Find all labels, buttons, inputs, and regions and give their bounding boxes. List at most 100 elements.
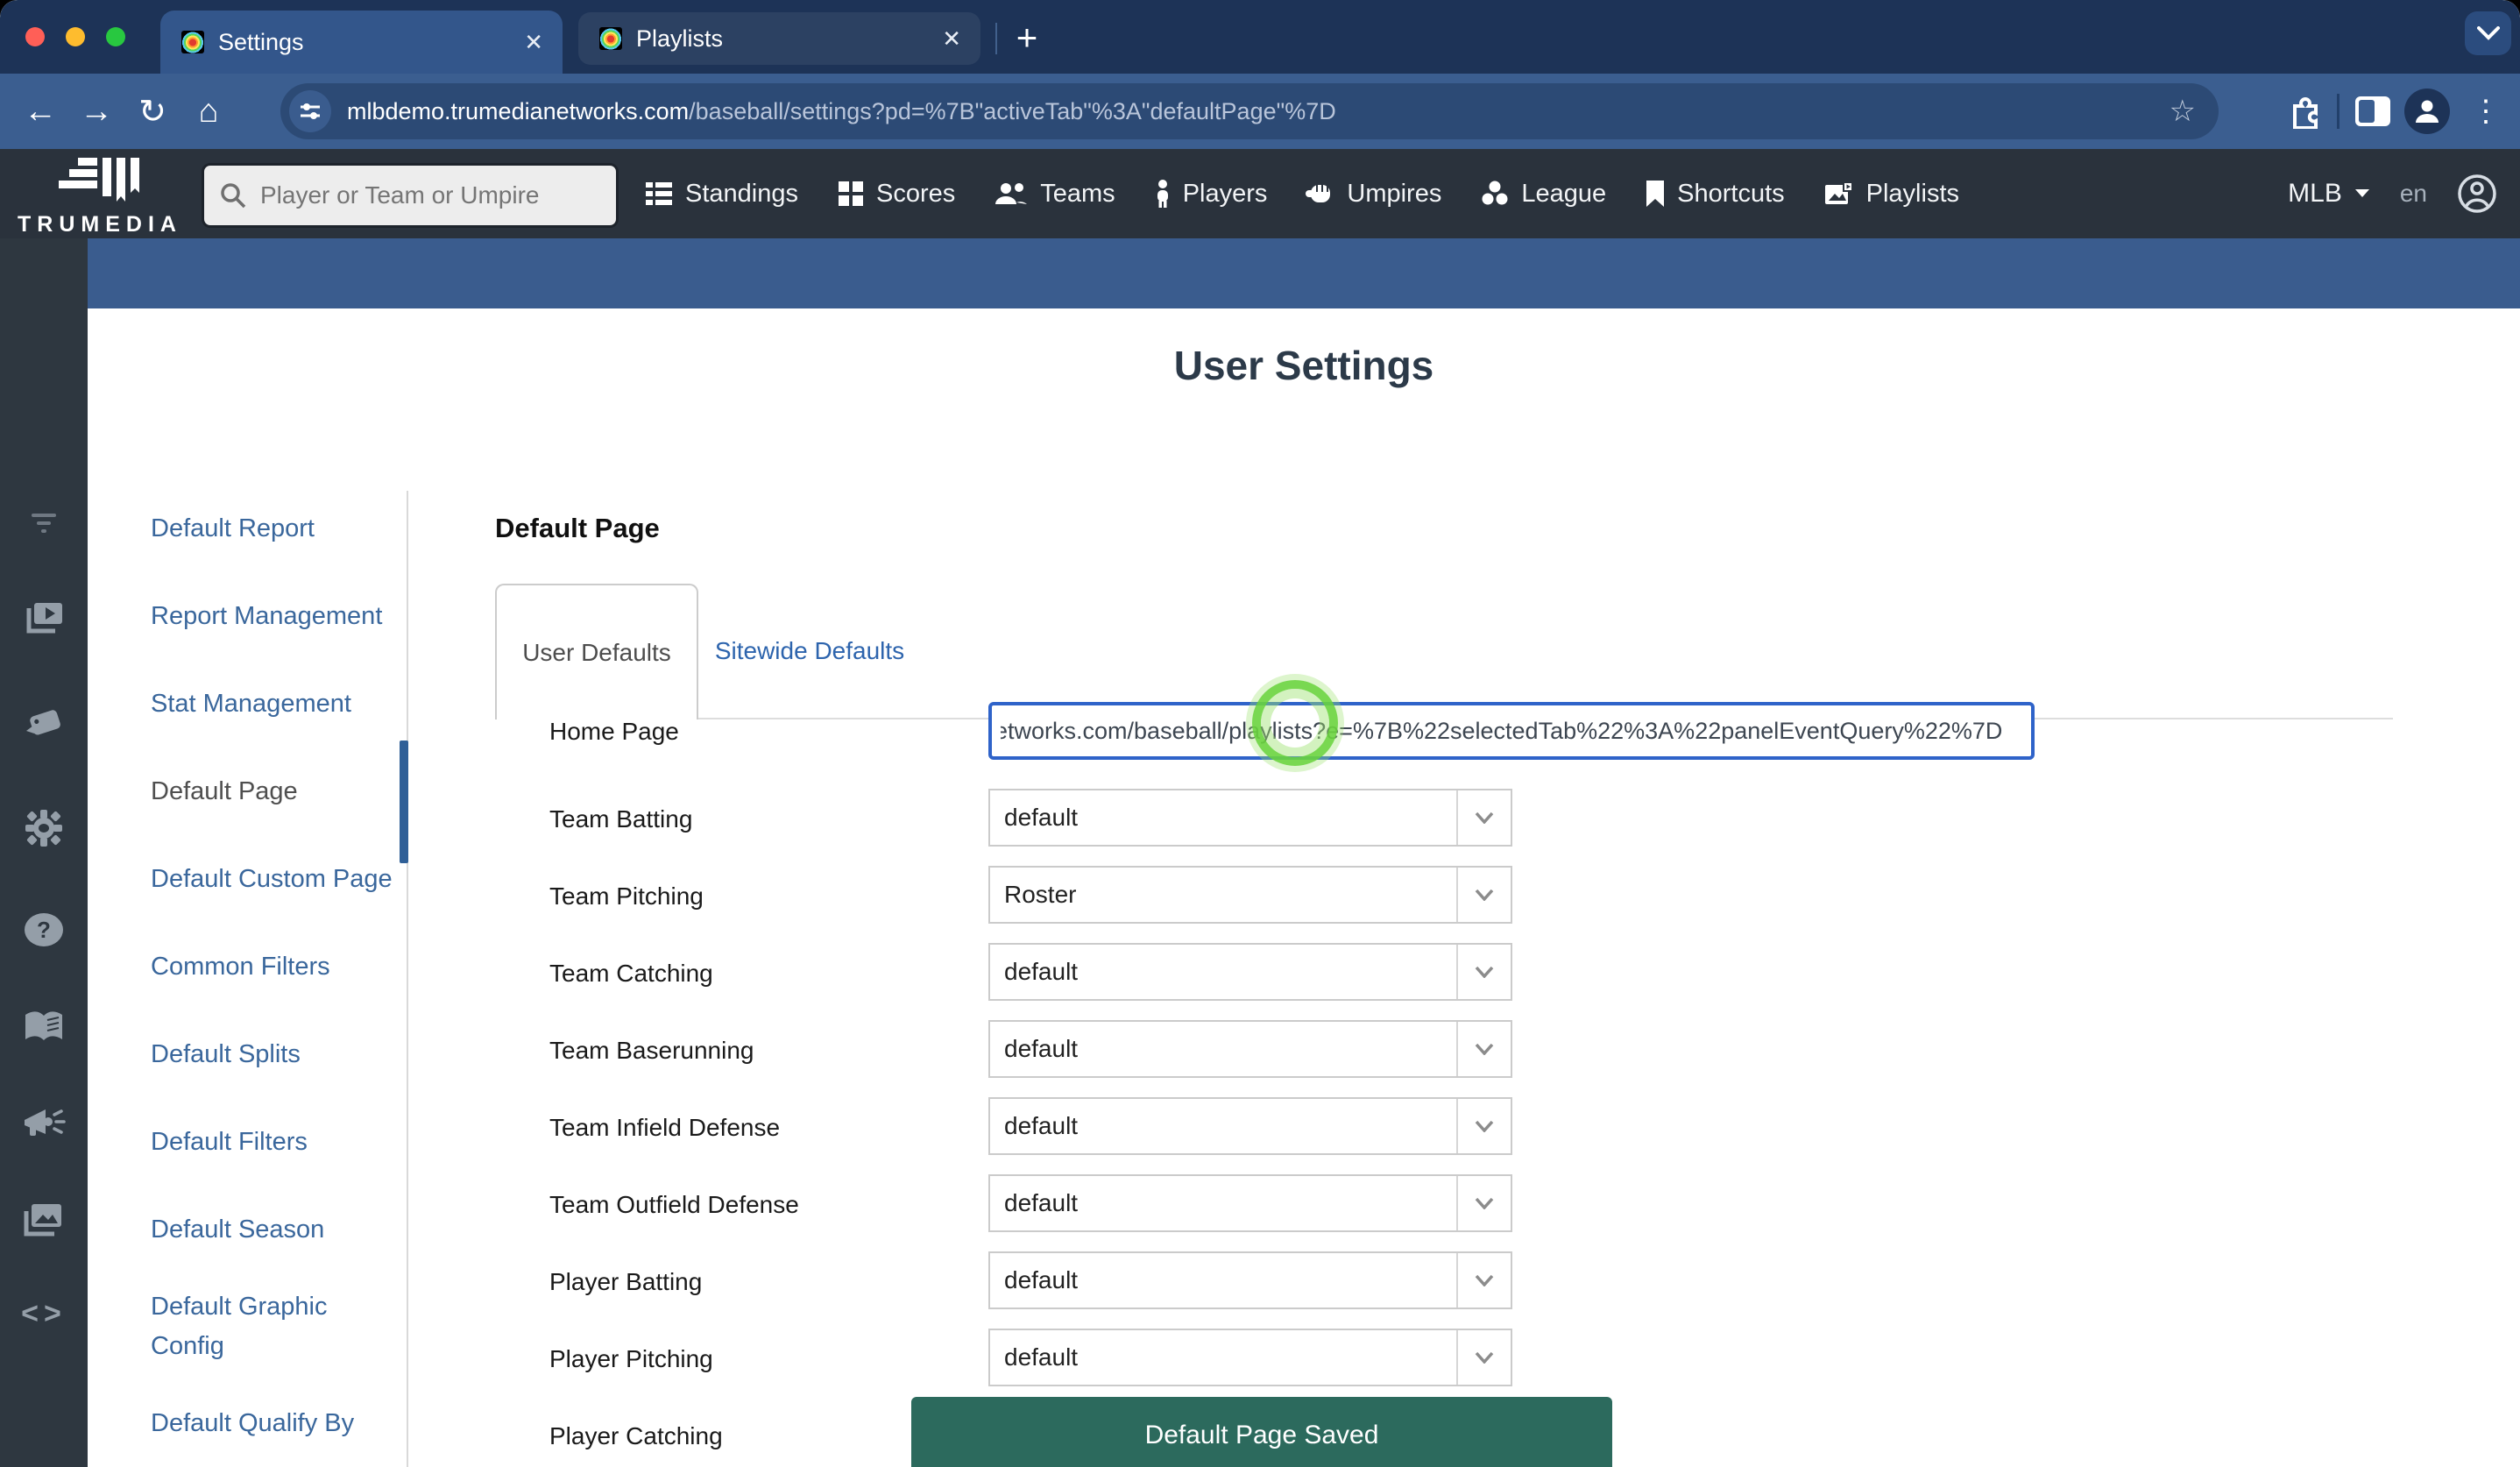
code-icon[interactable]: <> [0, 1297, 88, 1331]
tab-search-button[interactable] [2465, 11, 2511, 55]
forward-button[interactable]: → [68, 93, 124, 131]
menu-item-default-filters[interactable]: Default Filters [151, 1120, 407, 1164]
team-outfield-defense-select[interactable]: default [988, 1174, 1512, 1232]
nav-item-label: Scores [876, 180, 955, 209]
menu-item-default-page[interactable]: Default Page [151, 769, 407, 813]
nav-item-label: Players [1183, 180, 1268, 209]
trumedia-logo[interactable]: TRUMEDIA [12, 156, 188, 237]
save-toast: Default Page Saved [911, 1397, 1612, 1467]
nav-item-playlists[interactable]: Playlists [1823, 180, 1959, 209]
home-page-input[interactable] [988, 702, 2035, 760]
team-infield-defense-select[interactable]: default [988, 1097, 1512, 1155]
team-baserunning-select[interactable]: default [988, 1020, 1512, 1078]
menu-item-common-filters[interactable]: Common Filters [151, 945, 407, 989]
player-pitching-select[interactable]: default [988, 1329, 1512, 1386]
global-search[interactable] [202, 163, 619, 228]
browser-tab-settings[interactable]: Settings ✕ [160, 11, 563, 74]
page-header-band [88, 238, 2520, 308]
menu-item-default-season[interactable]: Default Season [151, 1208, 407, 1251]
url-host: mlbdemo.trumedianetworks.com [347, 98, 689, 124]
home-button[interactable]: ⌂ [181, 93, 237, 131]
person-icon [2412, 96, 2442, 126]
defaults-tabs: User Defaults Sitewide Defaults [495, 584, 2393, 650]
chevron-down-icon [1456, 1099, 1511, 1153]
team-batting-select[interactable]: default [988, 789, 1512, 847]
search-input[interactable] [258, 181, 577, 210]
section-title: Default Page [495, 513, 2393, 544]
video-playlists-icon[interactable] [0, 599, 88, 636]
tab-user-defaults[interactable]: User Defaults [495, 584, 698, 719]
side-panel-icon[interactable] [2354, 95, 2392, 128]
filter-icon[interactable] [0, 508, 88, 540]
menu-item-default-graphic-config[interactable]: Default Graphic Config [151, 1287, 407, 1366]
menu-divider [407, 491, 408, 1467]
traffic-light-minimize-button[interactable] [66, 27, 85, 46]
site-navbar: TRUMEDIA Standings Scores [0, 149, 2520, 238]
menu-item-default-splits[interactable]: Default Splits [151, 1032, 407, 1076]
shortcuts-icon [1645, 180, 1666, 208]
nav-item-standings[interactable]: Standings [644, 180, 798, 209]
toolbar-right-cluster: ⋮ [2288, 74, 2520, 149]
league-icon [1480, 180, 1510, 208]
form-label: Team Infield Defense [549, 1114, 780, 1142]
form-label: Team Baserunning [549, 1037, 754, 1065]
menu-item-stat-management[interactable]: Stat Management [151, 682, 407, 726]
tab-close-icon[interactable]: ✕ [524, 29, 543, 56]
team-catching-select[interactable]: default [988, 943, 1512, 1001]
browser-tab-playlists[interactable]: Playlists ✕ [578, 12, 980, 65]
menu-item-default-qualify-by[interactable]: Default Qualify By [151, 1401, 407, 1445]
nav-item-teams[interactable]: Teams [994, 180, 1115, 209]
tag-icon[interactable] [0, 705, 88, 743]
playlists-icon [1823, 180, 1855, 208]
active-menu-indicator [400, 741, 408, 863]
traffic-light-close-button[interactable] [25, 27, 45, 46]
bookmark-star-icon[interactable]: ☆ [2170, 94, 2196, 129]
gallery-icon[interactable] [0, 1201, 88, 1237]
extensions-icon[interactable] [2288, 94, 2323, 129]
help-icon[interactable]: ? [0, 911, 88, 948]
browser-menu-icon[interactable]: ⋮ [2471, 94, 2501, 129]
nav-item-players[interactable]: Players [1154, 179, 1268, 209]
browser-profile-avatar[interactable] [2404, 89, 2450, 134]
select-value: default [990, 804, 1456, 832]
reload-button[interactable]: ↻ [124, 92, 181, 131]
address-bar[interactable]: mlbdemo.trumedianetworks.com/baseball/se… [280, 83, 2219, 139]
user-avatar-icon[interactable] [2457, 174, 2497, 214]
player-batting-select[interactable]: default [988, 1251, 1512, 1309]
tab-sitewide-defaults[interactable]: Sitewide Defaults [700, 584, 919, 718]
nav-item-league[interactable]: League [1480, 180, 1606, 209]
nav-item-shortcuts[interactable]: Shortcuts [1645, 180, 1785, 209]
book-icon[interactable] [0, 1010, 88, 1045]
language-selector[interactable]: en [2400, 180, 2427, 208]
nav-item-label: League [1521, 180, 1606, 209]
umpires-icon [1306, 180, 1335, 208]
tab-close-icon[interactable]: ✕ [942, 25, 961, 53]
traffic-light-zoom-button[interactable] [106, 27, 125, 46]
nav-right-cluster: MLB en [2288, 149, 2497, 238]
team-pitching-select[interactable]: Roster [988, 866, 1512, 924]
form-label: Player Pitching [549, 1345, 713, 1373]
league-selector[interactable]: MLB [2288, 179, 2370, 209]
chevron-down-icon [1456, 1330, 1511, 1385]
site-info-icon[interactable] [289, 90, 331, 132]
gear-icon[interactable] [0, 808, 88, 848]
search-icon [218, 181, 248, 210]
select-value: Roster [990, 881, 1456, 909]
page-title: User Settings [88, 342, 2520, 389]
menu-item-default-custom-page[interactable]: Default Custom Page [151, 857, 407, 901]
select-value: default [990, 1266, 1456, 1294]
nav-item-scores[interactable]: Scores [837, 180, 955, 209]
select-value: default [990, 958, 1456, 986]
back-button[interactable]: ← [12, 93, 68, 131]
nav-item-umpires[interactable]: Umpires [1306, 180, 1441, 209]
click-indicator [1252, 680, 1338, 766]
browser-window: Settings ✕ Playlists ✕ + ← → ↻ ⌂ mlb [0, 0, 2520, 1467]
nav-items: Standings Scores Teams Players [644, 149, 1959, 238]
site-favicon [599, 27, 622, 50]
menu-item-report-management[interactable]: Report Management [151, 594, 407, 638]
megaphone-icon[interactable] [0, 1106, 88, 1143]
chevron-down-icon [1456, 1176, 1511, 1230]
brand-name: TRUMEDIA [12, 212, 188, 237]
menu-item-default-report[interactable]: Default Report [151, 507, 407, 550]
new-tab-button[interactable]: + [1004, 16, 1050, 61]
